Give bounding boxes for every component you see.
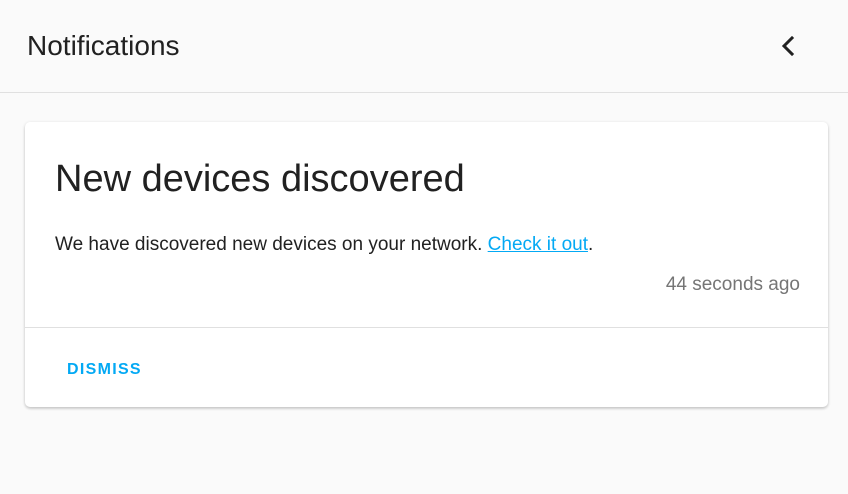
notification-message: We have discovered new devices on your n… xyxy=(55,232,593,258)
notification-card: New devices discovered We have discovere… xyxy=(25,122,828,407)
notification-timestamp: 44 seconds ago xyxy=(665,274,800,295)
notification-title: New devices discovered xyxy=(55,158,465,200)
drawer-title: Notifications xyxy=(27,30,180,61)
notification-message-suffix: . xyxy=(587,234,594,255)
chevron-left-icon xyxy=(781,36,795,56)
check-it-out-link[interactable]: Check it out xyxy=(488,234,588,255)
card-divider xyxy=(25,327,828,328)
notification-message-text: We have discovered new devices on your n… xyxy=(55,234,488,255)
close-drawer-button[interactable] xyxy=(770,26,806,66)
dismiss-button[interactable]: DISMISS xyxy=(55,352,154,388)
notifications-header: Notifications xyxy=(0,0,848,93)
